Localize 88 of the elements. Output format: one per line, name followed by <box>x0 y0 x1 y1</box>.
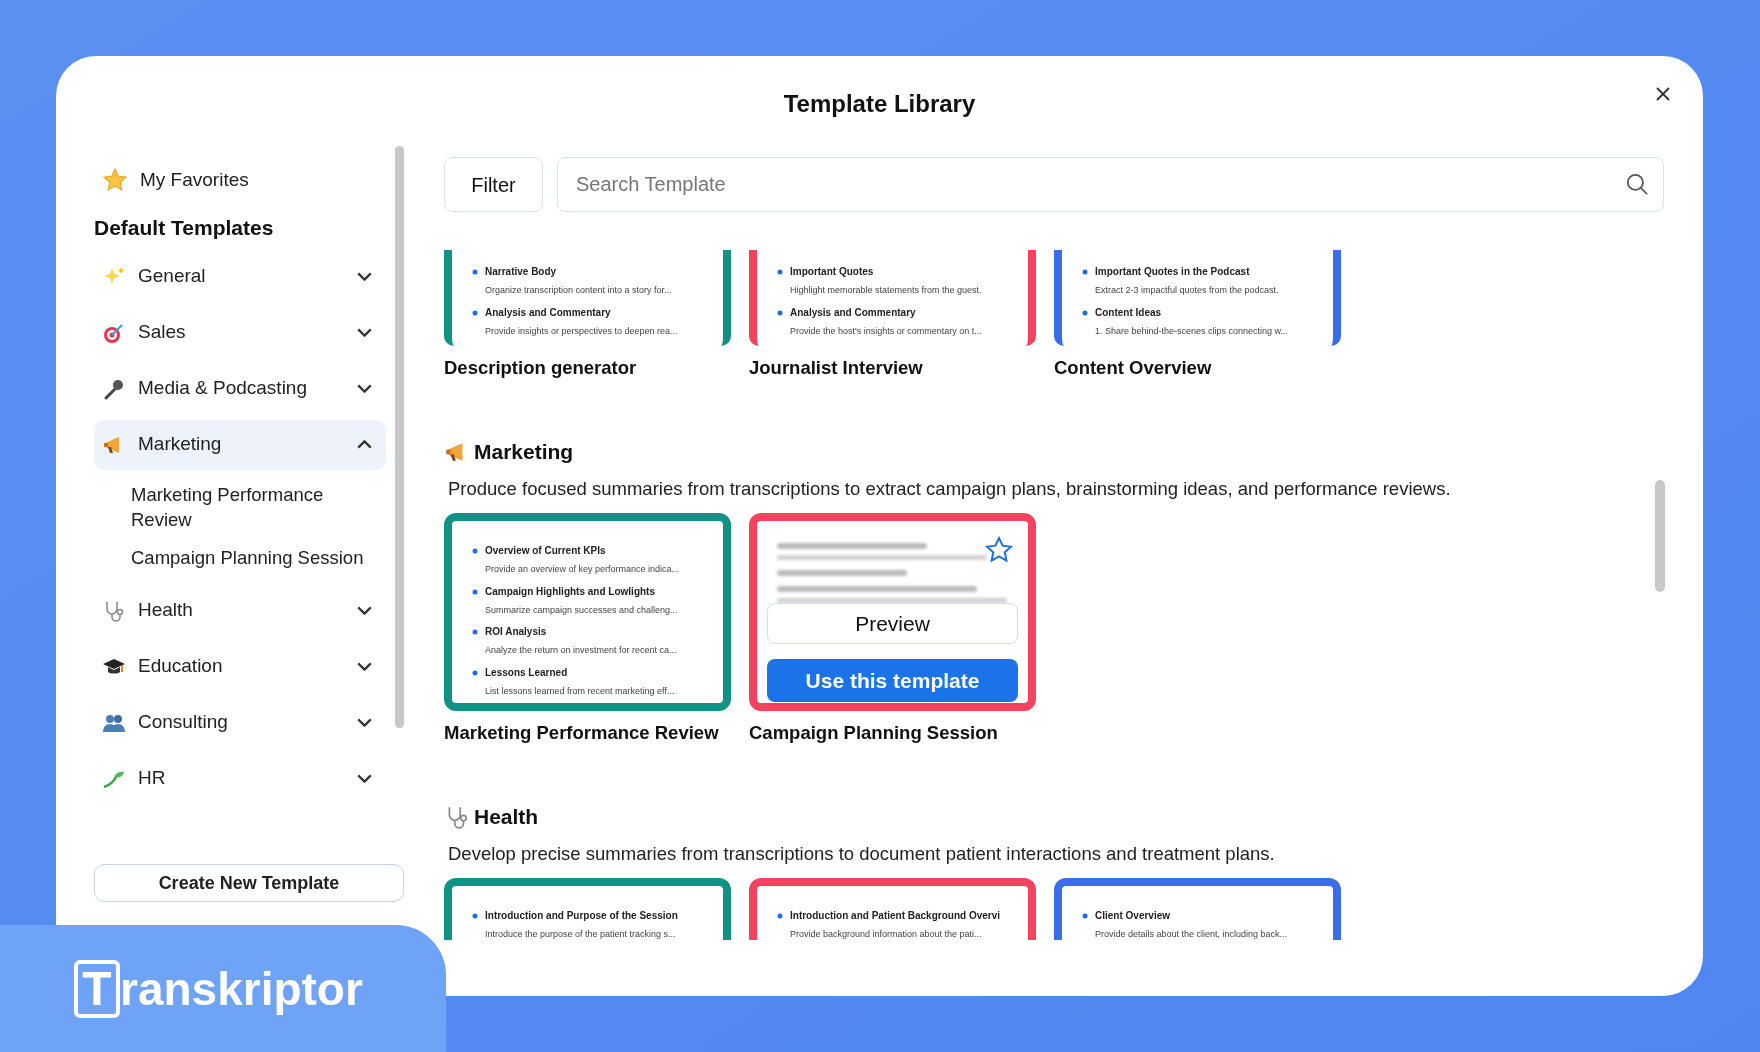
favorites-item[interactable]: My Favorites <box>94 162 386 198</box>
template-card[interactable]: Introduction and Purpose of the Session Introduce the purpose of the patient tracking s... <box>444 878 731 940</box>
item-heading: Analysis and Commentary <box>790 305 917 320</box>
item-heading: Campaign Highlights and Lowlights <box>485 584 656 599</box>
item-description: Extract 2-3 impactful quotes from the podcast. <box>1095 284 1279 297</box>
item-heading: ROI Analysis <box>485 625 548 639</box>
item-heading: Important Quotes <box>790 265 875 279</box>
section-title: Health <box>474 803 539 830</box>
item-heading: Introduction and Patient Background Overvi <box>790 909 1001 923</box>
template-card[interactable]: Client Overview Provide details about the client, including back... <box>1054 878 1341 940</box>
item-description: Provide background information about the pati... <box>790 928 983 940</box>
bullet-icon <box>777 309 783 316</box>
item-description: Highlight memorable statements from the guest. <box>790 284 982 297</box>
bullet-icon <box>472 669 478 676</box>
chevron-down-icon <box>357 384 372 393</box>
item-heading: Client Overview <box>1095 909 1172 923</box>
template-name: Content Overview <box>1054 356 1213 380</box>
bullet-icon <box>1082 269 1088 275</box>
bullet-icon <box>1082 309 1088 316</box>
template-name: Description generator <box>444 356 638 380</box>
category-item[interactable]: Media & Podcasting <box>94 363 386 414</box>
scrollbar-thumb[interactable] <box>395 146 404 728</box>
item-heading: Analysis and Commentary <box>485 305 612 320</box>
item-heading: Important Quotes in the Podcast <box>1095 265 1251 279</box>
category-item[interactable]: HR <box>94 753 386 804</box>
section-heading: Default Templates <box>94 215 275 241</box>
item-heading: Overview of Current KPIs <box>485 544 607 558</box>
item-description: List lessons learned from recent marketing eff... <box>485 684 675 698</box>
template-name: Marketing Performance Review <box>444 721 720 745</box>
bullet-icon <box>472 548 478 554</box>
star-icon <box>102 167 128 193</box>
bullet-icon <box>1082 913 1088 919</box>
item-description: Provide an overview of key performance indica... <box>485 563 680 576</box>
bullet-icon <box>777 913 783 919</box>
chevron-down-icon <box>357 272 372 281</box>
create-template-button[interactable]: Create New Template <box>94 864 404 902</box>
item-description: Provide details about the client, including back... <box>1095 928 1288 940</box>
preview-button[interactable]: Preview <box>767 603 1018 644</box>
chevron-down-icon <box>357 718 372 727</box>
item-heading: Narrative Body <box>485 265 558 279</box>
use-template-button[interactable]: Use this template <box>767 659 1018 702</box>
item-description: Summarize campaign successes and challeng... <box>485 603 678 617</box>
item-heading: Lessons Learned <box>485 665 569 680</box>
section-description: Produce focused summaries from transcriptions to extract campaign plans, brainstorming ideas, and performance reviews. <box>447 477 1452 502</box>
template-card[interactable]: Important Quotes Highlight memorable statements from the guest. Analysis and Commentary Provide the host's insights or commentary on t... <box>749 250 1036 346</box>
search-icon <box>1624 171 1650 197</box>
bullet-icon <box>472 309 478 316</box>
template-card[interactable] <box>444 513 731 711</box>
template-link[interactable]: Marketing Performance Review <box>131 481 381 532</box>
template-card[interactable]: Preview Use this template <box>749 513 1036 711</box>
bullet-icon <box>472 269 478 275</box>
template-card[interactable]: Important Quotes in the Podcast Extract 2-3 impactful quotes from the podcast. Content Ideas 1. Share behind-the-scenes clips connecting w... <box>1054 250 1341 346</box>
item-description: Organize transcription content into a story for... <box>485 284 672 297</box>
bullet-icon <box>472 629 478 635</box>
template-card[interactable]: Narrative Body Organize transcription content into a story for... Analysis and Commentary Provide insights or perspectives to deepen rea... <box>444 250 731 346</box>
chevron-down-icon <box>357 774 372 783</box>
bullet-icon <box>472 588 478 595</box>
item-description: Introduce the purpose of the patient tracking s... <box>485 928 677 940</box>
category-item[interactable]: Sales <box>94 307 386 358</box>
filter-button[interactable]: Filter <box>444 157 543 212</box>
logo-mark: T <box>74 959 120 1018</box>
category-item[interactable]: Consulting <box>94 697 386 748</box>
chevron-down-icon <box>357 662 372 671</box>
category-item[interactable]: Marketing <box>94 419 386 470</box>
template-name: Journalist Interview <box>749 356 924 380</box>
template-card[interactable]: Introduction and Patient Background Overvi Provide background information about the pati... <box>749 878 1036 940</box>
item-heading: Introduction and Purpose of the Session <box>485 909 678 923</box>
bullet-icon <box>777 269 783 275</box>
bullet-icon <box>472 913 478 919</box>
star-icon[interactable] <box>984 535 1014 565</box>
section-description: Develop precise summaries from transcriptions to document patient interactions and treatment plans. <box>447 842 1276 867</box>
item-description: 1. Share behind-the-scenes clips connecting w... <box>1095 324 1289 338</box>
section-title: Marketing <box>474 438 574 465</box>
chevron-down-icon <box>357 606 372 615</box>
item-heading: Content Ideas <box>1095 305 1163 320</box>
category-item[interactable]: Education <box>94 641 386 692</box>
item-description: Analyze the return on investment for recent ca... <box>485 644 677 657</box>
dialog-title: Template Library <box>783 90 976 117</box>
template-link[interactable]: Campaign Planning Session <box>131 544 381 570</box>
category-item[interactable]: Health <box>94 585 386 636</box>
category-item[interactable]: General <box>94 251 386 302</box>
item-description: Provide the host's insights or commentary on t... <box>790 324 982 338</box>
scrollbar-thumb[interactable] <box>1655 480 1665 592</box>
chevron-down-icon <box>357 328 372 337</box>
search-field[interactable]: Search Template <box>557 157 1664 212</box>
item-description: Provide insights or perspectives to deepen rea... <box>485 324 678 338</box>
chevron-up-icon <box>357 440 372 449</box>
template-name: Campaign Planning Session <box>749 721 999 745</box>
